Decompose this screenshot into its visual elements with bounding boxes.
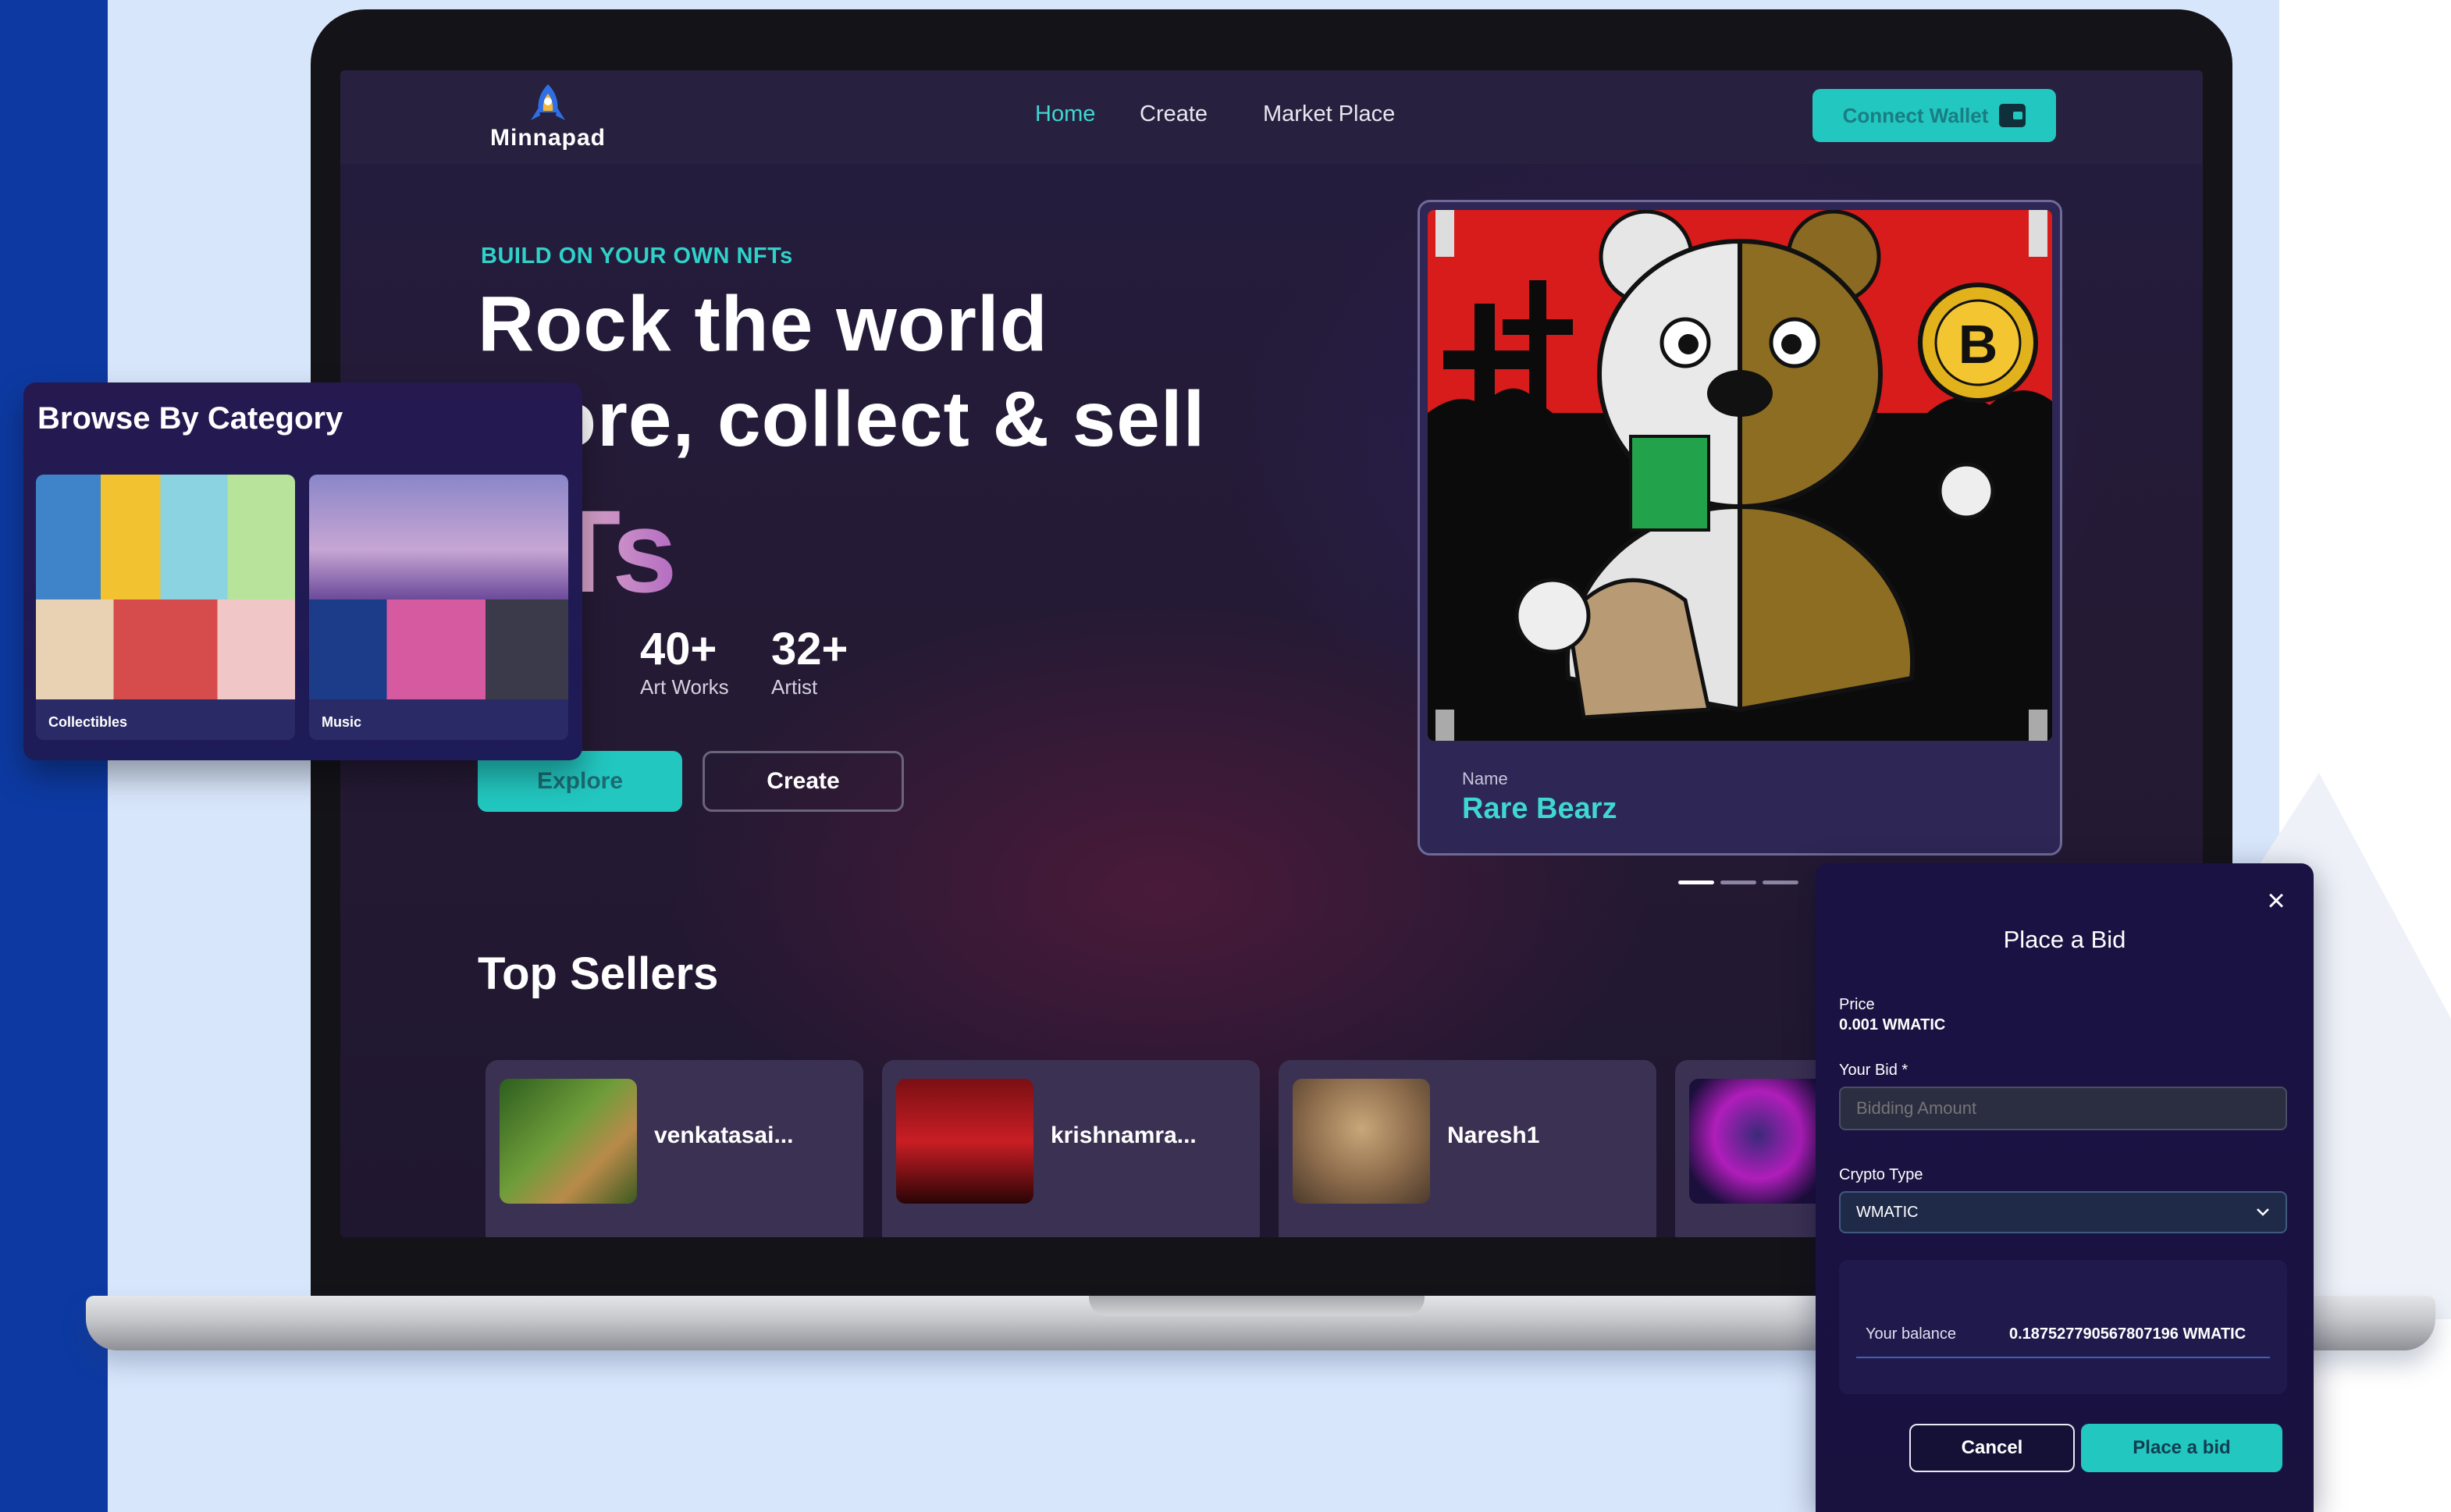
nav-link-create[interactable]: Create	[1140, 101, 1208, 127]
wallet-icon	[1999, 104, 2026, 127]
price-label: Price	[1839, 996, 1875, 1013]
svg-text:B: B	[1958, 314, 1998, 375]
nav-link-market-place[interactable]: Market Place	[1263, 101, 1395, 127]
connect-wallet-button[interactable]: Connect Wallet	[1812, 89, 2056, 142]
category-image	[36, 475, 295, 599]
brand-logo[interactable]: Minnapad	[478, 81, 618, 159]
balance-label: Your balance	[1866, 1325, 1957, 1343]
place-bid-button[interactable]: Place a bid	[2081, 1424, 2282, 1472]
rocket-icon	[531, 84, 565, 120]
close-icon[interactable]: ×	[2261, 885, 2292, 916]
category-image	[36, 599, 295, 699]
browse-by-category-panel: Browse By Category Collectibles Music	[23, 382, 582, 760]
carousel-dot[interactable]	[1763, 881, 1798, 884]
modal-title: Place a Bid	[2003, 926, 2126, 953]
stat-label: Art Works	[640, 675, 729, 699]
seller-avatar	[500, 1079, 637, 1204]
navbar: Minnapad Home Create Market Place Connec…	[340, 70, 2203, 164]
carousel-dot-active[interactable]	[1678, 881, 1714, 884]
stat-item: 32+ Artist	[771, 623, 848, 699]
stat-value: 40+	[640, 624, 717, 674]
stat-label: Artist	[771, 675, 818, 699]
seller-avatar	[1689, 1079, 1827, 1204]
seller-card[interactable]: Naresh1	[1279, 1060, 1656, 1237]
hero-eyebrow: BUILD ON YOUR OWN NFTs	[481, 244, 793, 269]
seller-card[interactable]: krishnamra...	[882, 1060, 1260, 1237]
balance-value: 0.187527790567807196 WMATIC	[2009, 1325, 2246, 1343]
category-image	[309, 599, 568, 699]
nft-artwork: B	[1428, 210, 2052, 741]
category-tile-collectibles[interactable]: Collectibles	[36, 475, 295, 740]
seller-avatar	[896, 1079, 1033, 1204]
stat-item: 40+ Art Works	[640, 623, 729, 699]
carousel-dot[interactable]	[1720, 881, 1756, 884]
seller-name: Naresh1	[1447, 1122, 1540, 1148]
brand-name: Minnapad	[490, 125, 606, 151]
balance-box: Your balance 0.187527790567807196 WMATIC	[1839, 1260, 2287, 1394]
category-label: Collectibles	[48, 714, 128, 730]
seller-name: venkatasai...	[654, 1122, 794, 1148]
place-bid-modal: × Place a Bid Price 0.001 WMATIC Your Bi…	[1816, 863, 2314, 1512]
your-bid-label: Your Bid *	[1839, 1062, 1909, 1079]
browse-title: Browse By Category	[37, 401, 343, 436]
category-label: Music	[322, 714, 362, 730]
seller-avatar	[1293, 1079, 1430, 1204]
bid-amount-input[interactable]	[1839, 1087, 2287, 1130]
nft-name-label: Name	[1462, 769, 1508, 788]
nav-link-home[interactable]: Home	[1035, 101, 1095, 127]
nft-artwork-image: B	[1428, 210, 2052, 741]
crypto-type-value: WMATIC	[1856, 1203, 1919, 1221]
crypto-type-label: Crypto Type	[1839, 1166, 1923, 1183]
hero-title-line-2: plore, collect & sell	[478, 375, 1206, 463]
featured-nft-card[interactable]: B Name Rare Bearz	[1418, 200, 2062, 856]
seller-name: krishnamra...	[1051, 1122, 1197, 1148]
balance-divider	[1856, 1357, 2270, 1358]
category-image	[309, 475, 568, 599]
stat-value: 32+	[771, 624, 848, 674]
crypto-type-select[interactable]: WMATIC	[1839, 1191, 2287, 1233]
top-sellers-title: Top Sellers	[478, 948, 719, 999]
laptop-notch	[1089, 1296, 1425, 1316]
cancel-button[interactable]: Cancel	[1909, 1424, 2075, 1472]
category-tile-music[interactable]: Music	[309, 475, 568, 740]
chevron-down-icon	[2257, 1208, 2269, 1216]
price-value: 0.001 WMATIC	[1839, 1016, 1946, 1033]
connect-wallet-label: Connect Wallet	[1842, 103, 1989, 127]
nft-name: Rare Bearz	[1462, 792, 1617, 825]
create-button[interactable]: Create	[703, 751, 904, 812]
hero-title-line-1: Rock the world	[478, 280, 1048, 368]
seller-card[interactable]: venkatasai...	[486, 1060, 863, 1237]
